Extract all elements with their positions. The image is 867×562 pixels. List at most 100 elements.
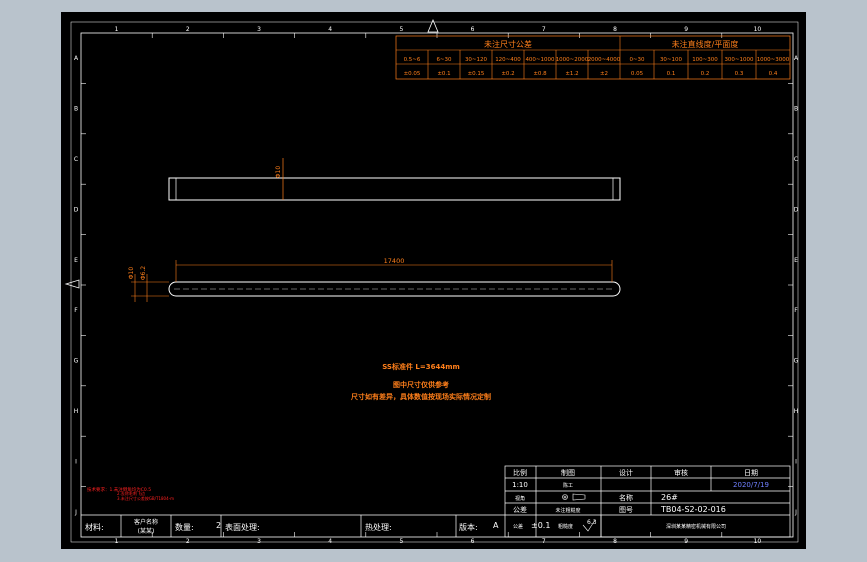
- tolerance-value-label: 公差: [513, 523, 523, 530]
- tolerance-right-value: 0.3: [735, 71, 744, 77]
- bottom-ruler-label: 9: [684, 538, 688, 545]
- tolerance-left-range: 2000~4000: [588, 57, 621, 63]
- right-ruler: ABCDEFGHIJ: [788, 55, 799, 516]
- bottom-ruler-label: 6: [471, 538, 475, 545]
- top-ruler-label: 2: [186, 26, 190, 33]
- name-value: 26#: [661, 493, 678, 502]
- bottom-ruler-label: 10: [754, 538, 762, 545]
- company-name: 深圳某某精密机械有限公司: [666, 523, 726, 530]
- bottom-ruler-label: 2: [186, 538, 190, 545]
- drawn-value: 陈工: [563, 482, 573, 489]
- top-ruler-label: 8: [613, 26, 617, 33]
- right-ruler-label: E: [794, 257, 798, 264]
- tolerance-right-range: 300~1000: [724, 57, 754, 63]
- tolerance-right-value: 0.2: [701, 71, 710, 77]
- name-label: 名称: [619, 493, 633, 502]
- general-label: 未注粗糙度: [555, 507, 580, 514]
- left-ruler-label: H: [74, 408, 79, 415]
- projection-symbol-icon: [562, 493, 586, 501]
- left-ruler-label: E: [74, 257, 78, 264]
- right-ruler-label: B: [794, 106, 798, 113]
- left-ruler-label: J: [74, 509, 77, 516]
- tolerance-left-range: 1000~2000: [556, 57, 589, 63]
- left-ruler-label: D: [74, 206, 79, 213]
- bottom-ruler-label: 5: [399, 538, 403, 545]
- tolerance-right-value: 0.4: [769, 71, 778, 77]
- drawing-canvas[interactable]: 1 2 3 4 5 6 7 8 9 10 1 2 3 4 5 6 7 8 9 10 A B C D E F G H I J A B C D E…: [61, 12, 806, 549]
- bottom-ruler-label: 8: [613, 538, 617, 545]
- left-ruler: A B C D E F G H I J: [74, 55, 86, 516]
- tolerance-left-range: 6~30: [436, 57, 452, 63]
- tolerance-right-range: 1000~3000: [757, 57, 790, 63]
- tolerance-left-range: 400~1000: [525, 57, 555, 63]
- tolerance-right-value: 0.1: [667, 71, 676, 77]
- drawing-sheet[interactable]: 1 2 3 4 5 6 7 8 9 10 1 2 3 4 5 6 7 8 9 10 A B C D E F G H I J A B C D E…: [61, 12, 806, 549]
- projection-label: 视角: [515, 495, 525, 502]
- tolerance-right-value: 0.05: [631, 71, 644, 77]
- top-ruler-label: 5: [399, 26, 403, 33]
- dim-left-b: Φ6.2: [140, 266, 147, 280]
- bottom-ruler-label: 3: [257, 538, 261, 545]
- qty-label: 数量:: [175, 522, 194, 532]
- bottom-ruler-label: 1: [115, 538, 119, 545]
- right-ruler-label: C: [794, 156, 798, 163]
- date-label: 日期: [744, 469, 758, 477]
- right-ruler-label: G: [794, 358, 799, 365]
- material-label: 材料:: [85, 522, 104, 532]
- right-ruler-label: J: [794, 509, 797, 516]
- roughness-label: 粗糙度: [558, 523, 573, 530]
- top-ruler-label: 4: [328, 26, 332, 33]
- right-ruler-label: H: [794, 408, 799, 415]
- check-label: 审核: [674, 468, 688, 477]
- dim-left-a: Φ10: [128, 267, 135, 280]
- tolerance-right-header: 未注直线度/平面度: [672, 39, 739, 49]
- customer-label: 客户名称: [134, 518, 158, 526]
- tolerance-value: ±0.1: [531, 521, 550, 530]
- left-ruler-label: F: [74, 307, 78, 314]
- right-ruler-label: D: [794, 206, 799, 213]
- tolerance-left-range: 120~400: [495, 57, 521, 63]
- tolerance-left-value: ±2: [600, 71, 608, 77]
- left-ruler-label: G: [74, 358, 79, 365]
- drawing-no-value: TB04-S2-02-016: [660, 505, 726, 514]
- note-line-3: 尺寸如有差异，具体数值按现场实际情况定制: [350, 392, 491, 401]
- tolerance-left-value: ±0.05: [404, 71, 421, 77]
- tolerance-table: 未注尺寸公差 未注直线度/平面度 0.5~6 ±0.05 6~30 ±0.1 30~12…: [395, 35, 791, 80]
- right-ruler-label: F: [794, 307, 798, 314]
- tolerance-left-header: 未注尺寸公差: [484, 39, 532, 49]
- tolerance-left-value: ±0.1: [437, 71, 450, 77]
- tolerance-left-value: ±1.2: [565, 71, 578, 77]
- qty-value: 2: [216, 521, 221, 530]
- left-ruler-label: A: [74, 55, 79, 62]
- tolerance-left-range: 30~120: [465, 57, 488, 63]
- bottom-ruler-label: 7: [542, 538, 546, 545]
- top-ruler-label: 3: [257, 26, 261, 33]
- tolerance-right-range: 30~100: [660, 57, 683, 63]
- tolerance-right-range: 0~30: [629, 57, 645, 63]
- outer-border: [80, 32, 794, 538]
- dim-length: 17400: [384, 257, 405, 265]
- note-line-1: SS标准件 L=3644mm: [382, 362, 460, 371]
- version-value: A: [493, 521, 499, 530]
- surface-label: 表面处理:: [225, 522, 260, 532]
- tolerance-right-range: 100~300: [692, 57, 718, 63]
- bottom-ruler: 1 2 3 4 5 6 7 8 9 10: [115, 532, 762, 545]
- top-ruler-label: 6: [471, 26, 475, 33]
- tolerance-left-value: ±0.15: [468, 71, 485, 77]
- tolerance-label: 公差: [513, 505, 527, 514]
- right-ruler-label: I: [795, 458, 797, 465]
- dim-diameter: Φ10: [275, 166, 282, 179]
- top-ruler-label: 10: [754, 26, 762, 33]
- drawn-label: 制图: [561, 468, 575, 477]
- left-ruler-label: I: [75, 458, 77, 465]
- shaft-bottom-view: 17400 Φ10 Φ6.2: [128, 257, 621, 302]
- top-ruler-label: 9: [684, 26, 688, 33]
- top-ruler-label: 1: [115, 26, 119, 33]
- version-label: 版本:: [459, 522, 478, 532]
- design-label: 设计: [619, 468, 633, 477]
- drawing-no-label: 图号: [619, 506, 633, 514]
- left-ruler-label: C: [74, 156, 78, 163]
- bottom-ruler-label: 4: [328, 538, 332, 545]
- tolerance-left-value: ±0.2: [501, 71, 514, 77]
- note-line-2: 图中尺寸仅供参考: [393, 380, 449, 389]
